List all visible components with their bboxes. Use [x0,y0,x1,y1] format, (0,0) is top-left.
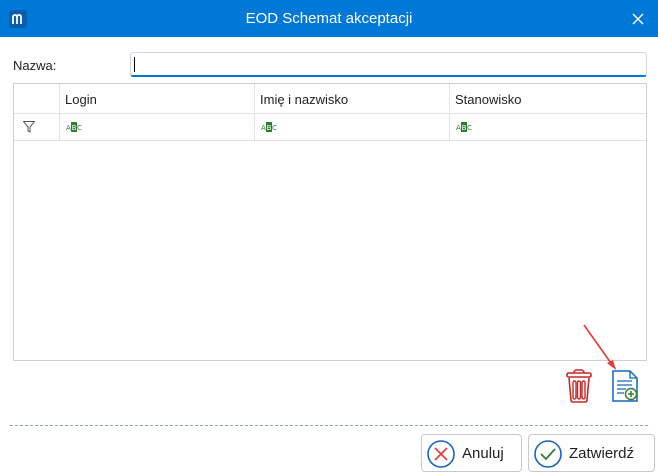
filter-cell-position[interactable]: A B C [449,114,646,140]
trash-icon[interactable] [564,369,594,403]
cancel-icon [427,440,455,468]
grid-body [14,142,646,360]
confirm-button-label: Zatwierdź [569,445,635,462]
header-indicator-cell [14,84,59,113]
filter-cell-full-name[interactable]: A B C [254,114,449,140]
filter-indicator-cell[interactable] [14,114,59,140]
abc-text-filter-icon: A B C [456,122,472,132]
svg-text:C: C [467,124,472,132]
add-document-icon[interactable] [610,369,640,403]
title-bar: EOD Schemat akceptacji [0,0,658,37]
svg-text:A: A [261,124,266,132]
footer-separator [10,425,648,426]
cancel-button-label: Anuluj [462,445,504,462]
column-header-label: Login [65,92,97,107]
confirm-button[interactable]: Zatwierdź [528,434,655,472]
svg-text:B: B [72,124,77,132]
svg-text:B: B [462,124,467,132]
close-icon[interactable] [628,9,648,29]
users-grid: Login Imię i nazwisko Stanowisko A B C A… [13,83,647,361]
filter-cell-login[interactable]: A B C [59,114,254,140]
column-header-position[interactable]: Stanowisko [449,84,646,113]
column-header-label: Stanowisko [455,92,522,107]
column-header-full-name[interactable]: Imię i nazwisko [254,84,449,113]
svg-text:A: A [66,124,71,132]
annotation-arrow-icon [583,324,616,370]
abc-text-filter-icon: A B C [66,122,82,132]
text-caret [134,57,135,72]
column-header-label: Imię i nazwisko [260,92,349,107]
grid-header: Login Imię i nazwisko Stanowisko [14,84,646,114]
window-title: EOD Schemat akceptacji [245,10,413,27]
svg-text:B: B [267,124,272,132]
grid-filter-row: A B C A B C A B C [14,114,646,141]
name-label: Nazwa: [13,58,57,73]
svg-text:A: A [456,124,461,132]
cancel-button[interactable]: Anuluj [421,434,522,472]
funnel-icon [23,121,35,133]
abc-text-filter-icon: A B C [261,122,277,132]
svg-text:C: C [77,124,82,132]
name-input[interactable] [130,52,647,77]
confirm-check-icon [534,440,562,468]
column-header-login[interactable]: Login [59,84,254,113]
svg-text:C: C [272,124,277,132]
